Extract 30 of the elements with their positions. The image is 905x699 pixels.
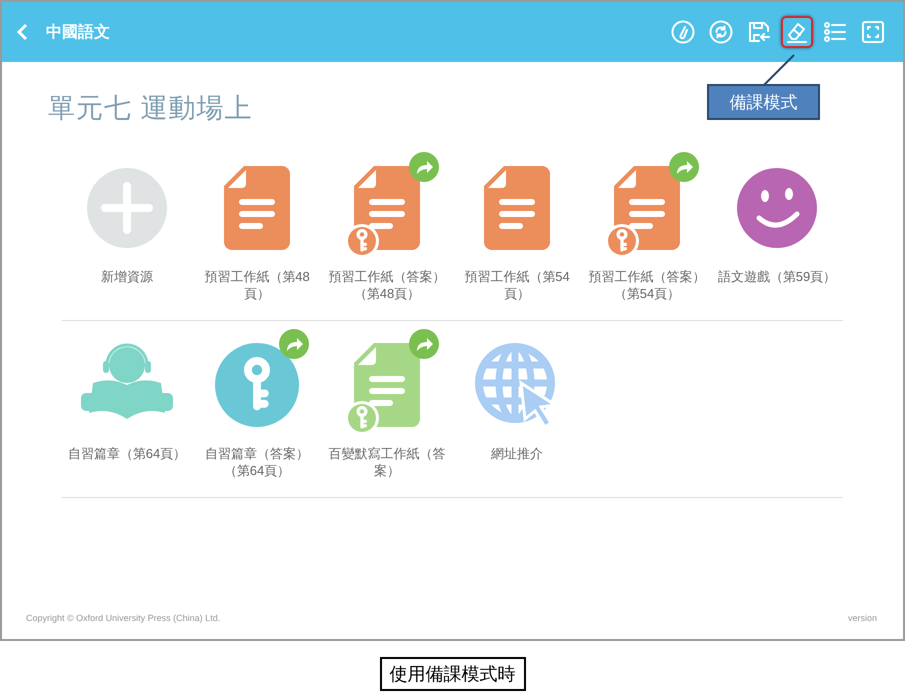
list-icon: [823, 20, 847, 44]
paperclip-icon: [671, 20, 695, 44]
save-icon: [747, 20, 771, 44]
resource-label[interactable]: 語文遊戲（第59頁）: [717, 268, 837, 285]
eraser-button[interactable]: [781, 16, 813, 48]
version-text: version: [848, 613, 877, 623]
app-title: 中國語文: [46, 22, 111, 42]
sync-icon: [709, 20, 733, 44]
key-icon[interactable]: [215, 343, 299, 427]
resource-label[interactable]: 網址推介: [457, 445, 577, 462]
copyright-text: Copyright © Oxford University Press (China) Ltd.: [26, 613, 220, 623]
resource-label[interactable]: 預習工作紙（答案）（第54頁）: [587, 268, 707, 302]
document-icon[interactable]: [224, 166, 290, 250]
caption: 使用備課模式時: [380, 657, 526, 691]
resource-label[interactable]: 預習工作紙（第54頁）: [457, 268, 577, 302]
callout-label: 備課模式: [707, 84, 820, 120]
eraser-icon: [785, 20, 809, 44]
smiley-icon[interactable]: [737, 168, 817, 248]
resource-label[interactable]: 預習工作紙（答案）（第48頁）: [327, 268, 447, 302]
resource-label[interactable]: 預習工作紙（第48頁）: [197, 268, 317, 302]
fullscreen-icon: [861, 20, 885, 44]
plus-icon[interactable]: [87, 168, 167, 248]
resource-label[interactable]: 百變默寫工作紙（答案）: [327, 445, 447, 479]
resource-label[interactable]: 自習篇章（答案）（第64頁）: [197, 445, 317, 479]
resource-label[interactable]: 自習篇章（第64頁）: [67, 445, 187, 462]
back-icon: [16, 23, 30, 41]
leader-line: [762, 54, 796, 86]
resource-label[interactable]: 新增資源: [67, 268, 187, 285]
unit-title: 單元七 運動場上: [48, 92, 253, 125]
document-icon[interactable]: [484, 166, 550, 250]
